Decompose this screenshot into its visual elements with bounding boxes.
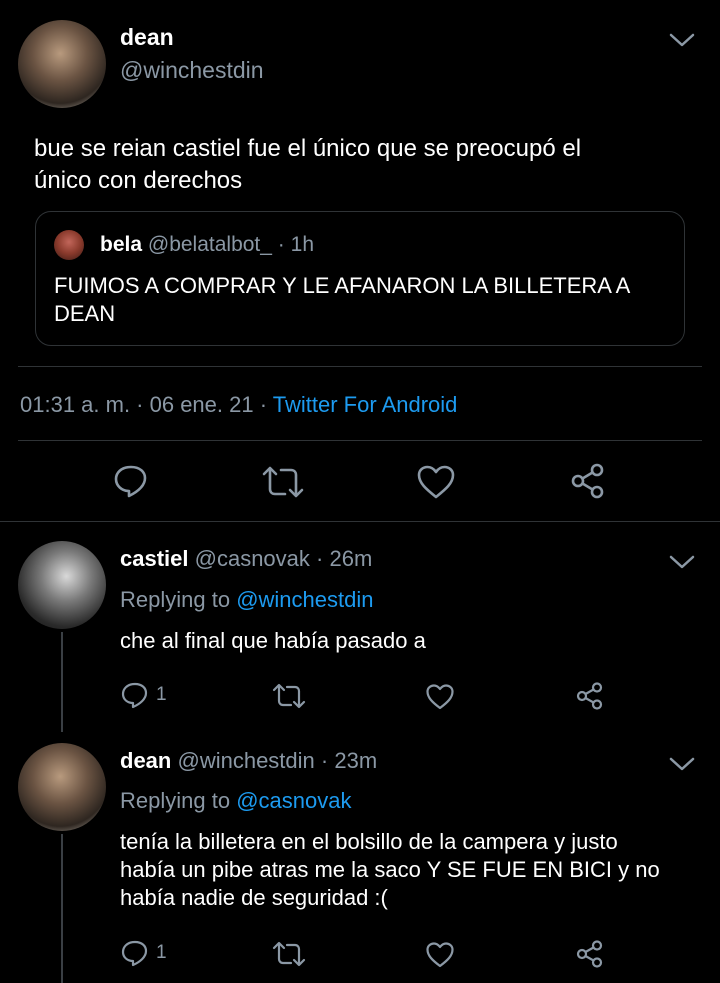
reply-handle[interactable]: @winchestdin — [177, 748, 314, 773]
reply-text: che al final que había pasado a — [120, 627, 426, 655]
quoted-handle: @belatalbot_ — [147, 233, 272, 256]
divider — [18, 440, 702, 441]
reply-count: 1 — [156, 942, 167, 963]
divider — [0, 521, 720, 522]
replying-prefix: Replying to — [120, 788, 231, 813]
replying-to: Replying to @winchestdin — [120, 587, 374, 613]
reply-icon[interactable] — [120, 681, 150, 709]
share-icon[interactable] — [569, 462, 607, 500]
like-icon[interactable] — [416, 464, 456, 500]
quoted-text-line: FUIMOS A COMPRAR Y LE AFANARON LA BILLET… — [54, 273, 631, 298]
reply-text-line: había un pibe atras me la saco Y SE FUE … — [120, 857, 660, 882]
chevron-down-icon[interactable] — [668, 552, 696, 572]
source-link[interactable]: Twitter For Android — [273, 392, 458, 417]
author-display-name[interactable]: dean — [120, 24, 174, 51]
tweet-meta: 01:31 a. m. · 06 ene. 21 · Twitter For A… — [20, 392, 457, 418]
replying-prefix: Replying to — [120, 587, 231, 612]
separator: · — [316, 546, 324, 571]
tweet-text: bue se reian castiel fue el único que se… — [34, 133, 581, 197]
reply-icon[interactable] — [112, 463, 150, 499]
reply-header: dean @winchestdin · 23m — [120, 748, 377, 774]
replying-to-link[interactable]: @winchestdin — [236, 587, 373, 612]
reply-text-line: tenía la billetera en el bolsillo de la … — [120, 829, 618, 854]
like-icon[interactable] — [425, 683, 455, 711]
separator: · — [320, 748, 329, 773]
share-icon[interactable] — [575, 681, 605, 711]
thread-line — [61, 632, 63, 732]
quoted-tweet-header: bela @belatalbot_ · 1h — [100, 233, 314, 257]
reply-time: 26m — [329, 546, 373, 571]
like-icon[interactable] — [425, 941, 455, 969]
quoted-text-line: DEAN — [54, 301, 116, 326]
share-icon[interactable] — [575, 939, 605, 969]
avatar[interactable] — [18, 743, 106, 831]
quoted-text: FUIMOS A COMPRAR Y LE AFANARON LA BILLET… — [54, 272, 630, 328]
reply-icon[interactable] — [120, 939, 150, 967]
reply-text-line: había nadie de seguridad :( — [120, 885, 388, 910]
reply-time: 23m — [334, 748, 378, 773]
thread-line — [61, 834, 63, 983]
retweet-icon[interactable] — [272, 941, 306, 967]
replying-to: Replying to @casnovak — [120, 788, 351, 814]
reply-handle[interactable]: @casnovak — [195, 546, 310, 571]
divider — [18, 366, 702, 367]
avatar — [54, 230, 84, 260]
tweet-text-line: único con derechos — [34, 167, 243, 194]
chevron-down-icon[interactable] — [668, 754, 696, 774]
avatar[interactable] — [18, 541, 106, 629]
tweet-text-line: bue se reian castiel fue el único que se… — [34, 135, 582, 162]
reply-text: tenía la billetera en el bolsillo de la … — [120, 828, 660, 912]
quoted-display-name: bela — [100, 233, 143, 256]
reply-text-line: che al final que había pasado a — [120, 628, 426, 653]
reply-count: 1 — [156, 684, 167, 705]
retweet-icon[interactable] — [272, 683, 306, 709]
avatar[interactable] — [18, 20, 106, 108]
replying-to-link[interactable]: @casnovak — [236, 788, 351, 813]
quoted-tweet[interactable]: bela @belatalbot_ · 1h FUIMOS A COMPRAR … — [35, 211, 685, 346]
author-handle[interactable]: @winchestdin — [120, 57, 264, 84]
reply-header: castiel @casnovak · 26m — [120, 546, 372, 572]
retweet-icon[interactable] — [261, 465, 305, 499]
separator: · — [277, 233, 285, 256]
chevron-down-icon[interactable] — [668, 30, 696, 50]
timestamp: 01:31 a. m. · 06 ene. 21 · — [20, 392, 268, 417]
reply-display-name[interactable]: castiel — [120, 546, 189, 571]
reply-display-name[interactable]: dean — [120, 748, 171, 773]
quoted-time: 1h — [290, 233, 314, 256]
